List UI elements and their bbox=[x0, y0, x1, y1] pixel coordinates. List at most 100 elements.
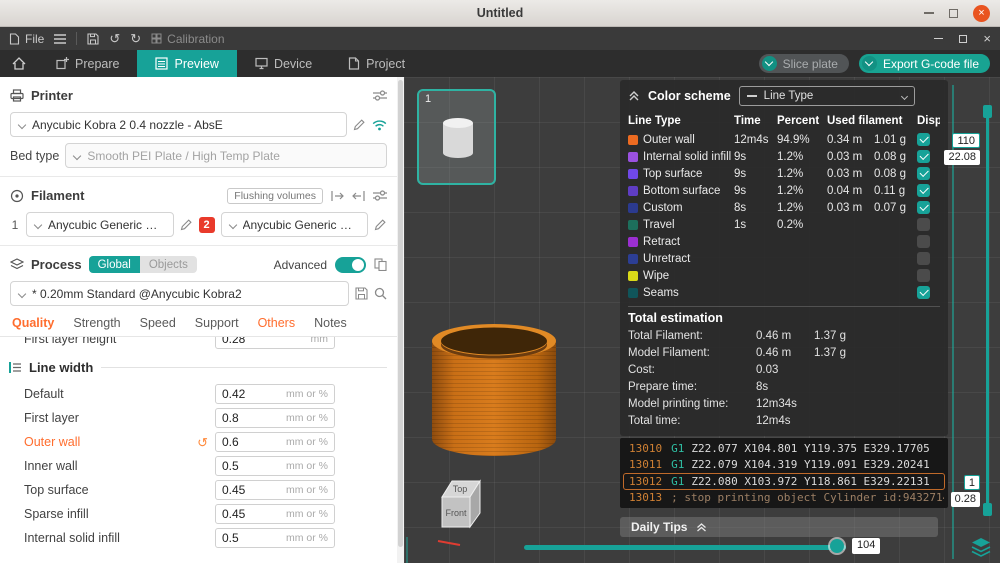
edit-filament-left-icon[interactable] bbox=[180, 218, 193, 231]
param-input[interactable]: 0.8mm or % bbox=[215, 408, 335, 428]
layer-slider-bottom-handle[interactable] bbox=[983, 503, 992, 516]
collapse-panel-icon[interactable] bbox=[628, 91, 640, 101]
param-input[interactable]: 0.42mm or % bbox=[215, 384, 335, 404]
filament-settings-icon[interactable] bbox=[373, 190, 387, 201]
save-icon[interactable] bbox=[87, 33, 99, 45]
display-checkbox[interactable] bbox=[917, 252, 930, 265]
tab-project[interactable]: Project bbox=[330, 50, 423, 77]
tab-notes[interactable]: Notes bbox=[314, 316, 347, 330]
tab-quality[interactable]: Quality bbox=[12, 316, 54, 330]
file-menu[interactable]: File bbox=[9, 32, 44, 46]
flushing-volumes-button[interactable]: Flushing volumes bbox=[227, 188, 323, 204]
tab-preview[interactable]: Preview bbox=[137, 50, 236, 77]
param-input[interactable]: 0.5mm or % bbox=[215, 456, 335, 476]
edit-filament-right-icon[interactable] bbox=[374, 218, 387, 231]
slice-plate-button[interactable]: Slice plate bbox=[759, 54, 849, 73]
param-input[interactable]: 0.45mm or % bbox=[215, 504, 335, 524]
param-input[interactable]: 0.45mm or % bbox=[215, 480, 335, 500]
navigation-cube[interactable]: Top Front bbox=[430, 475, 486, 547]
printer-preset-row: Anycubic Kobra 2 0.4 nozzle - AbsE bbox=[0, 112, 397, 137]
home-button[interactable] bbox=[0, 50, 38, 77]
filament-select-left[interactable]: Anycubic Generic PLA bbox=[26, 212, 174, 237]
line-type-table-header: Line Type Time Percent Used filament Dis… bbox=[628, 111, 940, 131]
tab-prepare[interactable]: Prepare bbox=[38, 50, 137, 77]
close-icon[interactable]: × bbox=[973, 5, 990, 22]
daily-tips-bar[interactable]: Daily Tips bbox=[620, 517, 938, 537]
tab-strength[interactable]: Strength bbox=[73, 316, 120, 330]
col-display: Display bbox=[917, 115, 940, 127]
left-panel-scrollbar[interactable] bbox=[397, 77, 404, 563]
line-width-category[interactable]: Line width bbox=[0, 351, 397, 382]
color-scheme-mode-select[interactable]: Line Type bbox=[739, 86, 915, 106]
gcode-line[interactable]: 13010 G1 Z22.077 X104.801 Y119.375 E329.… bbox=[623, 440, 945, 457]
scope-objects[interactable]: Objects bbox=[140, 256, 197, 273]
display-checkbox[interactable] bbox=[917, 269, 930, 282]
plate-thumbnail[interactable]: 1 bbox=[417, 89, 496, 185]
save-preset-icon[interactable] bbox=[355, 287, 368, 300]
scope-global[interactable]: Global bbox=[89, 256, 140, 273]
gcode-line[interactable]: 13013 ; stop printing object Cylinder id… bbox=[623, 490, 945, 507]
calibration-menu[interactable]: Calibration bbox=[151, 32, 224, 46]
advanced-toggle[interactable] bbox=[335, 257, 366, 273]
viewport-3d[interactable]: 1 bbox=[404, 77, 1000, 563]
param-input[interactable]: 0.28 mm bbox=[215, 337, 335, 349]
param-value: 0.45 bbox=[222, 483, 286, 497]
printer-settings-icon[interactable] bbox=[373, 90, 387, 101]
remove-filament-icon[interactable] bbox=[352, 190, 365, 202]
param-row: Sparse infill 0.45mm or % bbox=[0, 502, 397, 526]
line-type-meters: 0.03 m bbox=[827, 168, 874, 180]
filament-section-header: Filament Flushing volumes bbox=[0, 182, 397, 209]
edit-printer-icon[interactable] bbox=[353, 118, 366, 131]
export-dropdown-icon[interactable] bbox=[862, 56, 877, 71]
filament-icon bbox=[10, 189, 24, 203]
hamburger-icon[interactable] bbox=[54, 34, 66, 44]
display-checkbox[interactable] bbox=[917, 150, 930, 163]
scrollbar-thumb[interactable] bbox=[398, 80, 403, 547]
display-checkbox[interactable] bbox=[917, 286, 930, 299]
move-slider-handle[interactable] bbox=[830, 539, 844, 553]
process-compare-icon[interactable] bbox=[374, 258, 387, 271]
display-checkbox[interactable] bbox=[917, 167, 930, 180]
tab-others[interactable]: Others bbox=[258, 316, 296, 330]
add-filament-icon[interactable] bbox=[331, 190, 344, 202]
display-checkbox[interactable] bbox=[917, 235, 930, 248]
filament-select-right[interactable]: Anycubic Generic PLA bbox=[221, 212, 369, 237]
tab-support[interactable]: Support bbox=[195, 316, 239, 330]
reset-value-icon[interactable]: ↺ bbox=[197, 436, 208, 449]
app-maximize-icon[interactable] bbox=[959, 35, 967, 43]
display-checkbox[interactable] bbox=[917, 184, 930, 197]
category-icon bbox=[9, 362, 21, 373]
process-preset-select[interactable]: * 0.20mm Standard @Anycubic Kobra2 bbox=[10, 281, 349, 306]
tab-speed[interactable]: Speed bbox=[140, 316, 176, 330]
move-slider-track[interactable] bbox=[524, 545, 846, 550]
maximize-icon[interactable] bbox=[949, 9, 958, 18]
filament-count-badge[interactable]: 2 bbox=[199, 217, 215, 233]
app-close-icon[interactable]: × bbox=[983, 31, 991, 46]
slice-dropdown-icon[interactable] bbox=[762, 56, 777, 71]
redo-icon[interactable]: ↻ bbox=[130, 31, 141, 47]
search-icon[interactable] bbox=[374, 287, 387, 300]
minimize-icon[interactable] bbox=[924, 12, 934, 14]
layer-slider-track[interactable] bbox=[986, 115, 989, 507]
model-cylinder[interactable] bbox=[430, 320, 558, 460]
param-input[interactable]: 0.6mm or % bbox=[215, 432, 335, 452]
app-minimize-icon[interactable] bbox=[934, 38, 943, 40]
gcode-line-selected[interactable]: 13012 G1 Z22.080 X103.972 Y118.861 E329.… bbox=[623, 473, 945, 490]
collapse-tips-icon[interactable] bbox=[696, 523, 707, 532]
display-checkbox[interactable] bbox=[917, 201, 930, 214]
wifi-icon[interactable] bbox=[372, 119, 387, 131]
export-gcode-button[interactable]: Export G-code file bbox=[859, 54, 990, 73]
layers-view-button[interactable] bbox=[970, 537, 992, 557]
display-checkbox[interactable] bbox=[917, 133, 930, 146]
process-scope-switch[interactable]: Global Objects bbox=[89, 256, 197, 273]
titlebar[interactable]: Untitled × bbox=[0, 0, 1000, 27]
layer-slider-top-handle[interactable] bbox=[983, 105, 992, 118]
gcode-line[interactable]: 13011 G1 Z22.079 X104.319 Y119.091 E329.… bbox=[623, 457, 945, 474]
tab-device[interactable]: Device bbox=[237, 50, 330, 77]
printer-preset-select[interactable]: Anycubic Kobra 2 0.4 nozzle - AbsE bbox=[10, 112, 347, 137]
display-checkbox[interactable] bbox=[917, 218, 930, 231]
line-type-label: Custom bbox=[643, 202, 683, 214]
undo-icon[interactable]: ↺ bbox=[109, 31, 120, 47]
param-input[interactable]: 0.5mm or % bbox=[215, 528, 335, 548]
bed-type-select[interactable]: Smooth PEI Plate / High Temp Plate bbox=[65, 143, 387, 168]
